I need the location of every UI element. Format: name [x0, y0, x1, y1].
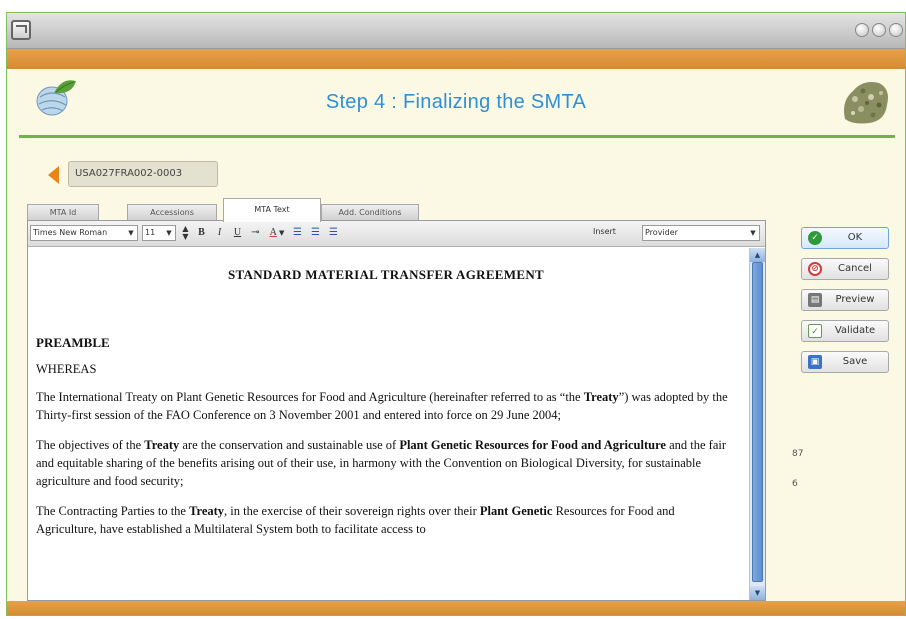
align-right-icon[interactable]: ☰ [326, 225, 341, 241]
validate-button-label: Validate [834, 325, 876, 336]
bold-text-run: Plant Genetic [479, 504, 553, 518]
scroll-up-icon[interactable]: ▲ [750, 248, 765, 262]
ok-button[interactable]: ✓ OK [801, 227, 889, 249]
scrollbar-thumb[interactable] [752, 262, 763, 582]
tab-mta-text[interactable]: MTA Text [223, 198, 321, 222]
text-run: The Contracting Parties to the [36, 504, 190, 518]
align-center-icon[interactable]: ☰ [308, 225, 323, 241]
tab-add-conditions[interactable]: Add. Conditions [321, 204, 419, 221]
application-window: Step 4 : Finalizing the SMTA USA027FRA00… [6, 12, 906, 616]
side-counter: 6 [792, 479, 798, 489]
save-icon: ▣ [808, 355, 822, 369]
underline-button[interactable]: U [230, 225, 245, 241]
save-button[interactable]: ▣ Save [801, 351, 889, 373]
page-header: Step 4 : Finalizing the SMTA [7, 69, 905, 135]
bold-text-run: Treaty [189, 504, 225, 518]
maximize-button[interactable] [872, 23, 886, 37]
insert-value: Provider [645, 228, 678, 237]
italic-button[interactable]: I [212, 225, 227, 241]
chevron-down-icon: ▼ [750, 229, 756, 237]
minimize-button[interactable] [855, 23, 869, 37]
bold-text-run: Treaty [583, 390, 619, 404]
document-text-area[interactable]: STANDARD MATERIAL TRANSFER AGREEMENT PRE… [28, 248, 750, 600]
vertical-scrollbar[interactable]: ▲ ▼ [749, 248, 765, 600]
tab-accessions[interactable]: Accessions [127, 204, 217, 221]
paragraph: The International Treaty on Plant Geneti… [36, 388, 736, 424]
font-size-value: 11 [145, 228, 156, 237]
font-color-icon[interactable]: A ▼ [266, 225, 288, 241]
validate-button[interactable]: ✓ Validate [801, 320, 889, 342]
preview-button-label: Preview [835, 294, 875, 305]
text-run: The International Treaty on Plant Geneti… [36, 390, 584, 404]
paragraph: The Contracting Parties to the Treaty, i… [36, 502, 736, 538]
record-id-field: USA027FRA002-0003 [68, 161, 218, 187]
cancel-icon: ⊘ [808, 262, 822, 276]
checkmark-icon: ✓ [808, 231, 822, 245]
font-family-select[interactable]: Times New Roman ▼ [30, 225, 138, 241]
preview-button[interactable]: ▤ Preview [801, 289, 889, 311]
bold-text-run: Plant Genetic Resources for Food and Agr… [399, 438, 666, 452]
font-family-value: Times New Roman [33, 228, 108, 237]
insert-select[interactable]: Provider ▼ [642, 225, 760, 241]
whereas-line: WHEREAS [36, 362, 97, 376]
text-run: , in the exercise of their sovereign rig… [224, 504, 480, 518]
title-bar[interactable] [7, 13, 905, 49]
printer-icon: ▤ [808, 293, 822, 307]
back-arrow-icon[interactable] [48, 166, 59, 184]
header-divider [19, 135, 895, 138]
align-left-icon[interactable]: ☰ [290, 225, 305, 241]
page-title: Step 4 : Finalizing the SMTA [325, 91, 587, 113]
font-size-stepper[interactable]: ▲ ▼ [178, 225, 193, 241]
font-size-select[interactable]: 11 ▼ [142, 225, 176, 241]
document-section-title: PREAMBLE [36, 335, 110, 350]
seeds-image [844, 82, 888, 124]
ok-button-label: OK [847, 232, 863, 243]
cancel-button-label: Cancel [838, 263, 872, 274]
validate-check-icon: ✓ [808, 324, 822, 338]
bottom-accent-band [7, 601, 905, 615]
chevron-down-icon: ▼ [128, 229, 134, 237]
close-button[interactable] [889, 23, 903, 37]
text-run: The objectives of the [36, 438, 145, 452]
text-run: are the conservation and sustainable use… [179, 438, 400, 452]
document-heading: STANDARD MATERIAL TRANSFER AGREEMENT [228, 267, 544, 282]
tab-mta-id[interactable]: MTA Id [27, 204, 99, 221]
bold-button[interactable]: B [194, 225, 209, 241]
side-counter: 87 [792, 449, 804, 459]
application-icon[interactable] [11, 20, 31, 40]
insert-label: Insert [593, 227, 616, 236]
rich-text-editor: Times New Roman ▼ 11 ▼ ▲ ▼ B I U ⊸ A ▼ ☰ … [27, 220, 766, 601]
editor-toolbar: Times New Roman ▼ 11 ▼ ▲ ▼ B I U ⊸ A ▼ ☰ … [28, 221, 765, 247]
top-accent-band [7, 49, 905, 69]
save-button-label: Save [842, 356, 868, 367]
chevron-down-icon: ▼ [166, 229, 172, 237]
bold-text-run: Treaty [144, 438, 180, 452]
scroll-down-icon[interactable]: ▼ [750, 586, 765, 600]
strikethrough-icon[interactable]: ⊸ [248, 225, 263, 241]
cancel-button[interactable]: ⊘ Cancel [801, 258, 889, 280]
paragraph: The objectives of the Treaty are the con… [36, 436, 736, 490]
